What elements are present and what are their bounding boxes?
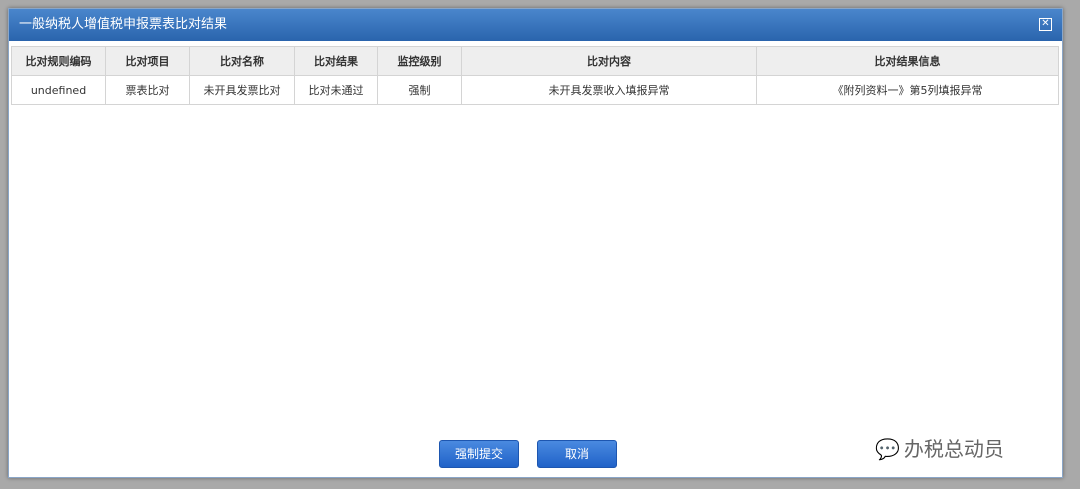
column-header: 监控级别 — [377, 46, 462, 76]
table-cell: 比对未通过 — [294, 75, 378, 105]
wechat-icon: 💬 — [875, 437, 900, 461]
column-header: 比对内容 — [461, 46, 757, 76]
table-cell: 票表比对 — [105, 75, 190, 105]
close-icon[interactable]: ✕ — [1039, 18, 1052, 31]
table-cell: 强制 — [377, 75, 462, 105]
table-cell: 未开具发票比对 — [189, 75, 295, 105]
dialog-titlebar: 一般纳税人增值税申报票表比对结果 ✕ — [9, 9, 1062, 41]
column-header: 比对结果 — [294, 46, 378, 76]
result-table: 比对规则编码 比对项目 比对名称 比对结果 监控级别 比对内容 比对结果信息 u… — [11, 46, 1059, 105]
table-cell: 《附列资料一》第5列填报异常 — [756, 75, 1059, 105]
dialog-title: 一般纳税人增值税申报票表比对结果 — [19, 17, 228, 32]
compare-result-dialog: 一般纳税人增值税申报票表比对结果 ✕ 比对规则编码 比对项目 比对名称 比对结果… — [8, 8, 1063, 478]
column-header: 比对规则编码 — [11, 46, 106, 76]
table-cell: undefined — [11, 75, 106, 105]
watermark: 💬 办税总动员 — [875, 437, 1004, 461]
column-header: 比对结果信息 — [756, 46, 1059, 76]
table-header-row: 比对规则编码 比对项目 比对名称 比对结果 监控级别 比对内容 比对结果信息 — [11, 46, 1059, 76]
force-submit-button[interactable]: 强制提交 — [439, 440, 519, 468]
table-row[interactable]: undefined 票表比对 未开具发票比对 比对未通过 强制 未开具发票收入填… — [11, 75, 1059, 105]
column-header: 比对项目 — [105, 46, 190, 76]
column-header: 比对名称 — [189, 46, 295, 76]
cancel-button[interactable]: 取消 — [537, 440, 617, 468]
table-cell: 未开具发票收入填报异常 — [461, 75, 757, 105]
